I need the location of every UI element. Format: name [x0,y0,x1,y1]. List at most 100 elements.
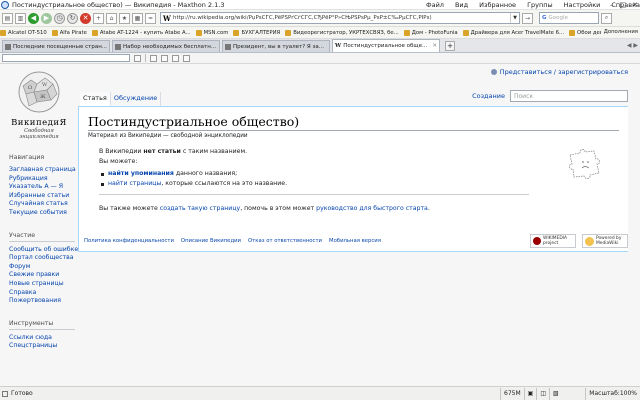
status-icon-a[interactable]: ▣ [523,387,537,400]
bookmark-item[interactable]: MSN.com [195,29,228,36]
sidebar-link-new-pages[interactable]: Новые страницы [9,280,75,289]
no-article-notice: В Википедии нет статьи с таким названием… [99,147,529,214]
sidebar-link-help[interactable]: Справка [9,289,75,298]
menu-settings[interactable]: Настройки [564,1,601,9]
rss-icon[interactable]: ≈ [145,12,156,24]
new-tab-icon[interactable]: + [93,12,104,24]
sidebar-link-random[interactable]: Случайная статья [9,200,75,209]
find-options-icon[interactable] [134,54,141,62]
sidebar-link-report-error[interactable]: Сообщить об ошибке [9,246,78,255]
list-item: найти страницы, которые ссылаются на это… [99,179,529,189]
options-list: найти упоминания данного названия; найти… [99,169,529,189]
browser-tab-active[interactable]: W Постиндустриальное обще... ✕ [332,39,440,52]
forward-icon[interactable]: ▶ [41,12,52,24]
quick-start-guide-link[interactable]: руководство для быстрого старта [316,205,428,212]
bookmark-icon [51,29,58,36]
sidebar-navigation: Навигация Заглавная страница Рубрикация … [9,154,76,218]
folder-icon[interactable]: ▥ [15,12,26,24]
bookmark-item[interactable]: Alfa Pirate [51,29,87,36]
bookmarks-more[interactable]: Дополнения [600,29,638,35]
sidebar-link-special-pages[interactable]: Спецстраницы [9,342,75,351]
wikimedia-badge[interactable]: WIKIMEDIA project [530,234,576,248]
sidebar-link-main-page[interactable]: Заглавная страница [9,166,76,175]
history-icon[interactable]: ◷ [54,12,65,24]
refresh-icon[interactable]: ↻ [67,12,78,24]
wikipedia-logo[interactable]: Ω W Ж ВикипедиЯ Свободная энциклопедия [8,70,70,140]
secondary-toolbar [0,53,640,64]
highlight-icon[interactable] [150,54,157,62]
status-icon-b[interactable]: ◫ [536,387,549,400]
group-icon[interactable]: ▦ [132,12,143,24]
close-icon[interactable]: ✕ [632,1,638,9]
favorites-star-icon[interactable]: ★ [119,12,130,24]
footer-link-privacy[interactable]: Политика конфиденциальности [84,238,174,244]
find-mentions-link[interactable]: найти упоминания [108,170,174,177]
list-item: найти упоминания данного названия; [99,169,529,179]
bookmark-label: БУХГАЛТЕРИЯ [241,29,281,36]
sidebar-link-forum[interactable]: Форум [9,263,75,272]
address-url[interactable]: http://ru.wikipedia.org/wiki/РџРѕСЃС‚РёР… [173,15,510,21]
sidebar-link-index[interactable]: Указатель А — Я [9,183,75,192]
home-icon[interactable]: ⌂ [106,12,117,24]
badge-text: WIKIMEDIA project [543,236,568,246]
find-input[interactable] [2,54,130,62]
sidebar-heading-navigation: Навигация [9,154,45,161]
footer-link-disclaimer[interactable]: Отказ от ответственности [248,238,322,244]
back-icon[interactable]: ◀ [28,12,39,24]
footer-link-about[interactable]: Описание Википедии [181,238,241,244]
sidebar-link-community-portal[interactable]: Портал сообщества [9,254,75,263]
bookmark-item[interactable]: Alcatel OT-510 [0,29,47,36]
search-go-icon[interactable]: ⌕ [601,12,612,24]
menu-favorites[interactable]: Избранное [479,1,516,9]
tools-icon[interactable] [183,54,190,62]
sidebar-link-recent-changes[interactable]: Свежие правки [9,271,75,280]
browser-tab[interactable]: Набор необходимых бесплатн... [112,40,220,52]
address-dropdown-icon[interactable]: ▼ [510,13,519,23]
sidebar-link-what-links-here[interactable]: Ссылки сюда [9,334,75,343]
footer-link-mobile[interactable]: Мобильная версия [329,238,381,244]
bookmarks-bar: Alcatel OT-510 Alfa Pirate Atabe AT-1224… [0,27,640,39]
bookmark-item[interactable]: Драйвера для Acer TravelMate 6... [462,29,564,36]
create-page-link[interactable]: Создание [472,92,505,100]
minimize-icon[interactable]: – [610,1,614,9]
bookmark-item[interactable]: Видеорегистратор, УКРТЕХСВЯЗ, бе... [285,29,399,36]
bookmark-item[interactable]: Atabe AT-1224 - купить Atabe A... [91,29,191,36]
login-link[interactable]: Представиться / зарегистрироваться [500,68,628,76]
new-tab-button[interactable]: + [445,41,455,51]
status-icon-c[interactable]: ▧ [548,387,562,400]
mediawiki-badge[interactable]: Powered by MediaWiki [582,234,628,248]
sidebar-link-categories[interactable]: Рубрикация [9,175,75,184]
address-bar[interactable]: W http://ru.wikipedia.org/wiki/РџРѕСЃС‚Р… [160,12,520,24]
tab-article[interactable]: Статья [80,92,111,106]
menu-groups[interactable]: Группы [527,1,553,9]
tab-discussion[interactable]: Обсуждение [111,92,162,106]
zoom-level[interactable]: Масштаб:100% [585,387,640,400]
page-menu-icon[interactable]: ▤ [2,12,13,24]
tab-scroll-icon[interactable]: ◀ ▶ [627,42,638,49]
wiki-search-placeholder: Поиск [514,92,534,100]
search-placeholder[interactable]: Google [549,15,568,21]
puzzle-globe-icon: Ω W Ж [18,71,60,113]
browser-tab[interactable]: Президент, вы в туалет? Я за... [222,40,330,52]
create-this-page-link[interactable]: создать такую страницу [160,205,240,212]
menu-view[interactable]: Вид [455,1,468,9]
maximize-icon[interactable]: □ [620,1,627,9]
menu-file[interactable]: Файл [426,1,444,9]
bookmark-item[interactable]: БУХГАЛТЕРИЯ [233,29,281,36]
tab-close-icon[interactable]: ✕ [432,43,437,49]
also-mid: , помочь в этом может [240,205,317,212]
filter-icon[interactable] [161,54,168,62]
window-title: Постиндустриальное общество) — Википедия… [12,0,225,9]
stop-icon[interactable]: ✕ [80,12,91,24]
notice-bold: нет статьи [143,148,181,155]
pen-icon[interactable] [172,54,179,62]
bookmark-item[interactable]: Дом - PhotoFunia [403,29,458,36]
browser-tab[interactable]: Последние посещенные стран... [2,40,110,52]
sidebar-link-current-events[interactable]: Текущие события [9,209,75,218]
find-pages-link[interactable]: найти страницы [108,180,161,187]
go-icon[interactable]: → [522,12,533,24]
search-bar[interactable]: G Google [539,12,599,24]
sidebar-link-donate[interactable]: Пожертвования [9,297,75,306]
wiki-search-input[interactable]: Поиск [510,90,628,102]
notice-line: В Википедии нет статьи с таким названием… [99,147,529,157]
